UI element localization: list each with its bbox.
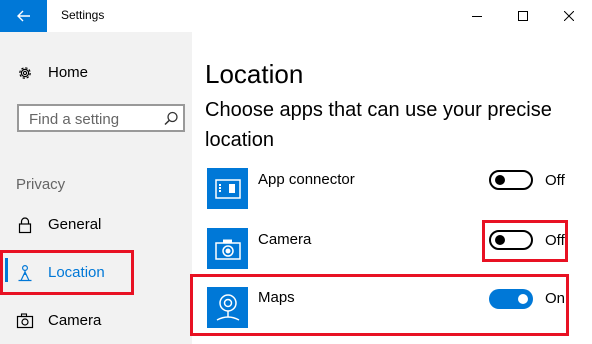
app-connector-glyph (214, 178, 241, 199)
sidebar-item-label: Home (48, 64, 89, 81)
maximize-button[interactable] (500, 0, 546, 32)
close-button[interactable] (546, 0, 592, 32)
gear-icon (19, 67, 31, 79)
app-connector-toggle[interactable] (489, 170, 533, 190)
app-name: App connector (258, 171, 355, 188)
camera-icon (16, 313, 34, 329)
camera-toggle-highlight-box (482, 220, 568, 262)
maps-row-highlight-box (190, 274, 569, 336)
location-highlight-box (0, 250, 134, 295)
search-icon[interactable] (162, 110, 180, 128)
toggle-knob (495, 175, 505, 185)
sidebar-item-label: Camera (48, 312, 102, 329)
page-title: Location (205, 59, 304, 89)
back-button[interactable] (0, 0, 47, 32)
minimize-icon (472, 16, 482, 17)
sidebar-item-label: General (48, 216, 102, 233)
sidebar-item-general[interactable]: General (0, 206, 192, 244)
toggle-state-label: Off (545, 172, 565, 189)
app-connector-icon (207, 168, 248, 209)
arrow-left-icon (16, 10, 30, 22)
app-name: Camera (258, 231, 312, 248)
sidebar-section-privacy: Privacy (16, 176, 66, 193)
camera-app-glyph (214, 239, 241, 260)
camera-app-icon (207, 228, 248, 269)
sidebar-item-camera[interactable]: Camera (0, 302, 192, 340)
search-input[interactable]: Find a setting (17, 104, 185, 132)
search-placeholder: Find a setting (29, 111, 120, 128)
lock-icon (18, 217, 32, 234)
title-bar: Settings (0, 0, 592, 32)
window-title: Settings (61, 8, 105, 22)
sidebar-item-home[interactable]: Home (0, 54, 192, 92)
maximize-icon (518, 11, 528, 21)
minimize-button[interactable] (454, 0, 500, 32)
close-icon (564, 11, 574, 21)
section-subtitle: Choose apps that can use your precise lo… (205, 99, 552, 151)
